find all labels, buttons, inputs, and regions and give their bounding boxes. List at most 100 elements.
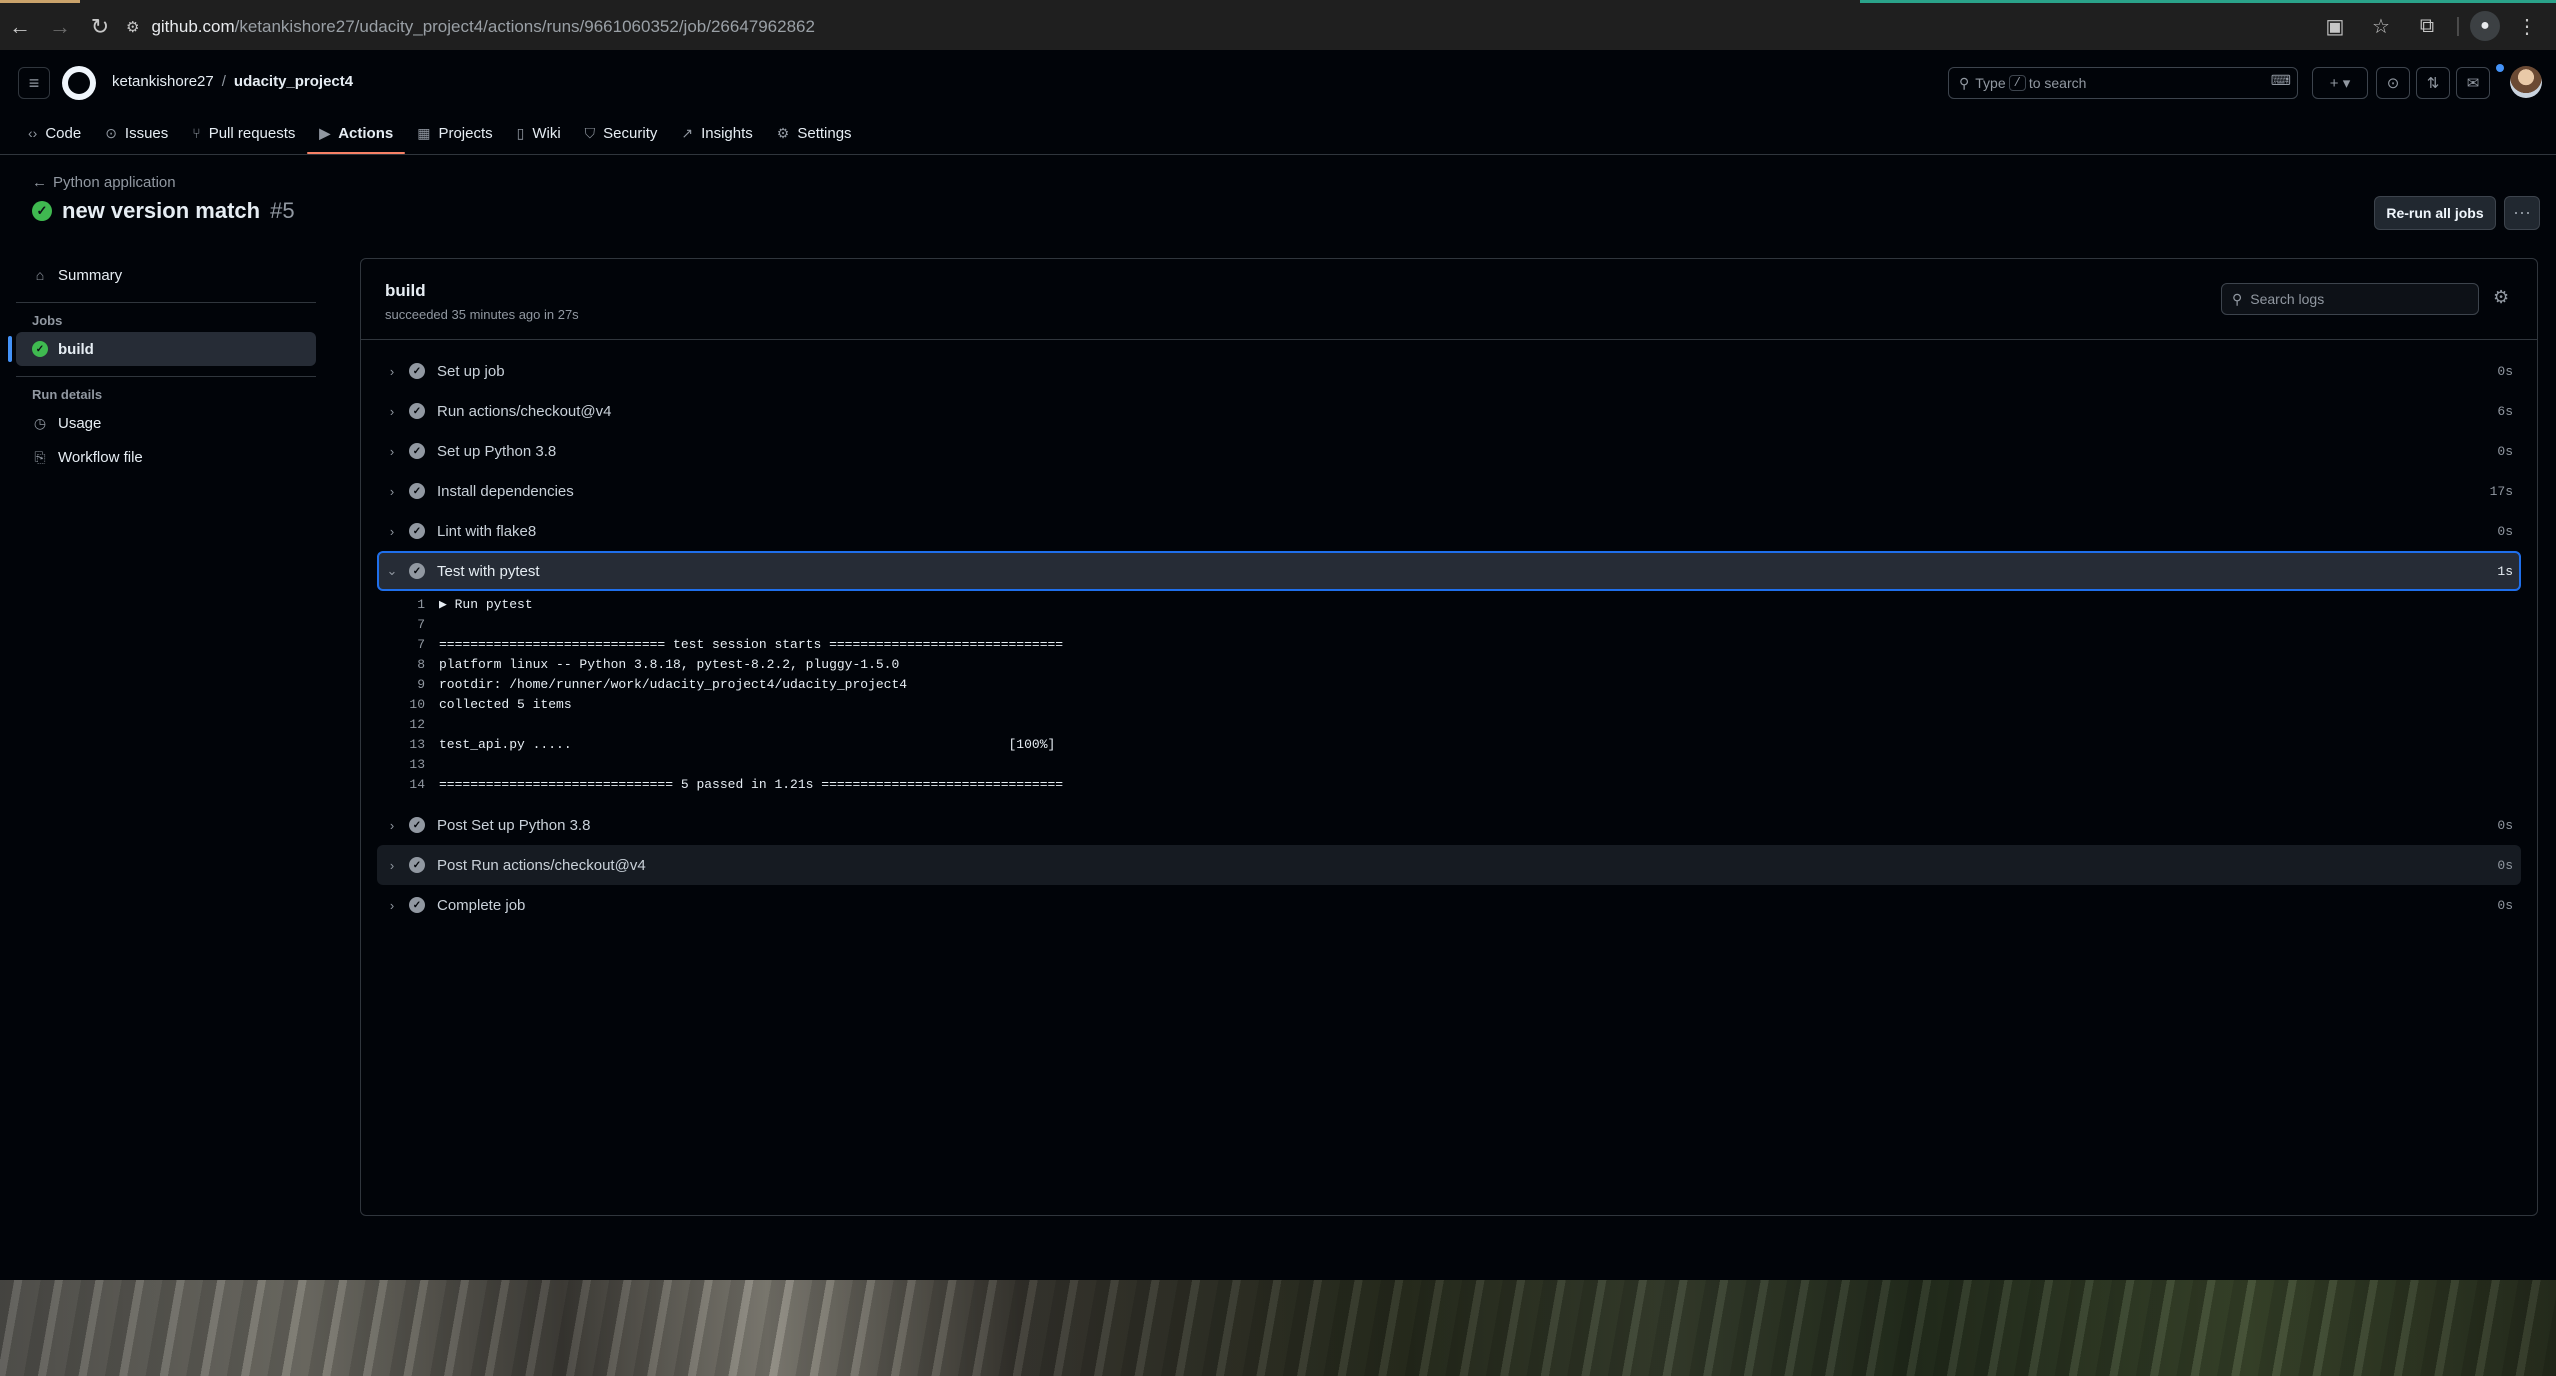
line-number[interactable]: 9 — [377, 677, 439, 697]
breadcrumb-separator: / — [221, 73, 226, 90]
log-line: 9 rootdir: /home/runner/work/udacity_proj… — [377, 677, 2521, 697]
search-icon: ⚲ — [2232, 290, 2243, 307]
log-line: 1 ▶ Run pytest — [377, 597, 2521, 617]
log-search-input[interactable]: ⚲ Search logs — [2221, 283, 2479, 315]
step-row[interactable]: › ✓ Set up job 0s — [377, 351, 2521, 391]
log-text: test_api.py ..... [100%] — [439, 737, 1056, 752]
tab-code[interactable]: ‹› Code — [16, 114, 93, 152]
step-row[interactable]: › ✓ Lint with flake8 0s — [377, 511, 2521, 551]
rerun-all-jobs-button[interactable]: Re-run all jobs — [2374, 196, 2496, 230]
breadcrumb-owner[interactable]: ketankishore27 — [112, 73, 214, 90]
step-name: Set up job — [437, 362, 505, 380]
line-number[interactable]: 12 — [377, 717, 439, 737]
url-text[interactable]: github.com/ketankishore27/udacity_projec… — [151, 17, 815, 37]
chevron-down-icon: ⌄ — [386, 563, 398, 578]
step-row[interactable]: › ✓ Run actions/checkout@v4 6s — [377, 391, 2521, 431]
github-logo-icon[interactable] — [62, 66, 96, 100]
step-test-with-pytest[interactable]: ⌄ ✓ Test with pytest 1s — [377, 551, 2521, 591]
gear-icon: ⚙ — [776, 124, 790, 141]
success-check-icon: ✓ — [32, 201, 52, 221]
reload-icon[interactable]: ↻ — [80, 7, 120, 47]
line-number[interactable]: 7 — [377, 617, 439, 637]
step-name: Post Run actions/checkout@v4 — [437, 856, 646, 874]
user-avatar[interactable] — [2510, 66, 2542, 98]
issue-icon: ⊙ — [105, 124, 117, 141]
file-icon: ⎘ — [34, 448, 46, 465]
actions-icon: ▶ — [319, 124, 331, 141]
shield-icon: ⛉ — [584, 124, 596, 141]
step-row[interactable]: › ✓ Post Run actions/checkout@v4 0s — [377, 845, 2521, 885]
tab-actions[interactable]: ▶ Actions — [307, 114, 406, 154]
extensions-icon[interactable]: ⧉ — [2408, 6, 2446, 46]
site-info-icon[interactable]: ⚙ — [126, 18, 139, 36]
back-arrow-icon[interactable]: ← — [0, 7, 40, 47]
search-shortcut-key: / — [2008, 75, 2026, 91]
run-details-heading: Run details — [32, 387, 103, 402]
sidebar-item-build[interactable]: ✓ build — [8, 332, 316, 366]
step-name: Lint with flake8 — [437, 522, 537, 540]
bookmark-star-icon[interactable]: ☆ — [2362, 6, 2400, 46]
line-number[interactable]: 13 — [377, 757, 439, 777]
divider — [16, 302, 316, 303]
workflow-back-link[interactable]: ← Python application — [32, 174, 176, 191]
success-check-icon: ✓ — [32, 341, 48, 357]
log-line: 7 — [377, 617, 2521, 637]
step-row[interactable]: › ✓ Post Set up Python 3.8 0s — [377, 805, 2521, 845]
tab-projects[interactable]: ▦ Projects — [405, 114, 504, 152]
check-circle-icon: ✓ — [409, 443, 425, 459]
check-circle-icon: ✓ — [409, 403, 425, 419]
line-number[interactable]: 1 — [377, 597, 439, 617]
tab-insights[interactable]: ↗ Insights — [669, 114, 764, 152]
line-number[interactable]: 14 — [377, 777, 439, 797]
pull-requests-icon[interactable]: ⇅ — [2416, 67, 2450, 99]
job-log-header: build succeeded 35 minutes ago in 27s ⚲ … — [361, 259, 2537, 340]
hamburger-menu-icon[interactable]: ≡ — [18, 67, 50, 99]
tab-pull-requests[interactable]: ⑂ Pull requests — [180, 114, 307, 152]
global-search-input[interactable]: ⚲ Type / to search ⌨ — [1948, 67, 2298, 99]
home-icon: ⌂ — [35, 267, 45, 283]
step-row[interactable]: › ✓ Set up Python 3.8 0s — [377, 431, 2521, 471]
line-number[interactable]: 7 — [377, 637, 439, 657]
inbox-icon[interactable]: ✉ — [2456, 67, 2490, 99]
log-text: ============================== 5 passed … — [439, 777, 1064, 792]
profile-icon[interactable]: ● — [2470, 11, 2500, 41]
check-circle-icon: ✓ — [409, 563, 425, 579]
steps-after: › ✓ Post Set up Python 3.8 0s › ✓ Post Run act… — [377, 805, 2521, 925]
command-palette-icon[interactable]: ⌨ — [2271, 72, 2291, 89]
log-search-placeholder: Search logs — [2250, 291, 2325, 307]
tab-wiki[interactable]: ▯ Wiki — [505, 114, 573, 152]
log-line: 10 collected 5 items — [377, 697, 2521, 717]
log-line: 7 ============================= test sess… — [377, 637, 2521, 657]
line-number[interactable]: 13 — [377, 737, 439, 757]
sidebar-item-workflow-file[interactable]: ⎘ Workflow file — [16, 440, 316, 474]
browser-toolbar: ← → ↻ ⚙ github.com/ketankishore27/udacit… — [0, 3, 2556, 50]
step-row[interactable]: › ✓ Complete job 0s — [377, 885, 2521, 925]
tab-settings[interactable]: ⚙ Settings — [765, 114, 864, 152]
gear-icon[interactable]: ⚙ — [2493, 287, 2509, 308]
book-icon: ▯ — [516, 124, 525, 141]
tab-issues[interactable]: ⊙ Issues — [93, 114, 180, 152]
create-new-button[interactable]: + ▾ — [2312, 67, 2368, 99]
step-row[interactable]: › ✓ Install dependencies 17s — [377, 471, 2521, 511]
log-text: platform linux -- Python 3.8.18, pytest-… — [439, 657, 900, 672]
arrow-left-icon: ← — [32, 174, 47, 191]
job-status: succeeded 35 minutes ago in 27s — [385, 307, 579, 322]
url-path: /ketankishore27/udacity_project4/actions… — [234, 16, 815, 36]
issues-icon[interactable]: ⊙ — [2376, 67, 2410, 99]
address-bar[interactable]: ⚙ github.com/ketankishore27/udacity_proj… — [126, 9, 815, 45]
sidebar-item-summary[interactable]: ⌂ Summary — [16, 258, 316, 292]
line-number[interactable]: 8 — [377, 657, 439, 677]
workflow-name: Python application — [53, 174, 176, 191]
chevron-right-icon: › — [389, 363, 395, 379]
step-duration: 0s — [2497, 363, 2513, 379]
check-circle-icon: ✓ — [409, 817, 425, 833]
sidebar-item-usage[interactable]: ◷ Usage — [16, 406, 316, 440]
tab-security[interactable]: ⛉ Security — [573, 114, 670, 152]
install-app-icon[interactable]: ▣ — [2316, 6, 2354, 46]
line-number[interactable]: 10 — [377, 697, 439, 717]
log-line: 12 — [377, 717, 2521, 737]
more-options-icon[interactable]: ⋯ — [2504, 196, 2540, 230]
forward-arrow-icon[interactable]: → — [40, 7, 80, 47]
browser-menu-icon[interactable]: ⋮ — [2508, 6, 2546, 46]
breadcrumb-repo[interactable]: udacity_project4 — [234, 73, 353, 90]
